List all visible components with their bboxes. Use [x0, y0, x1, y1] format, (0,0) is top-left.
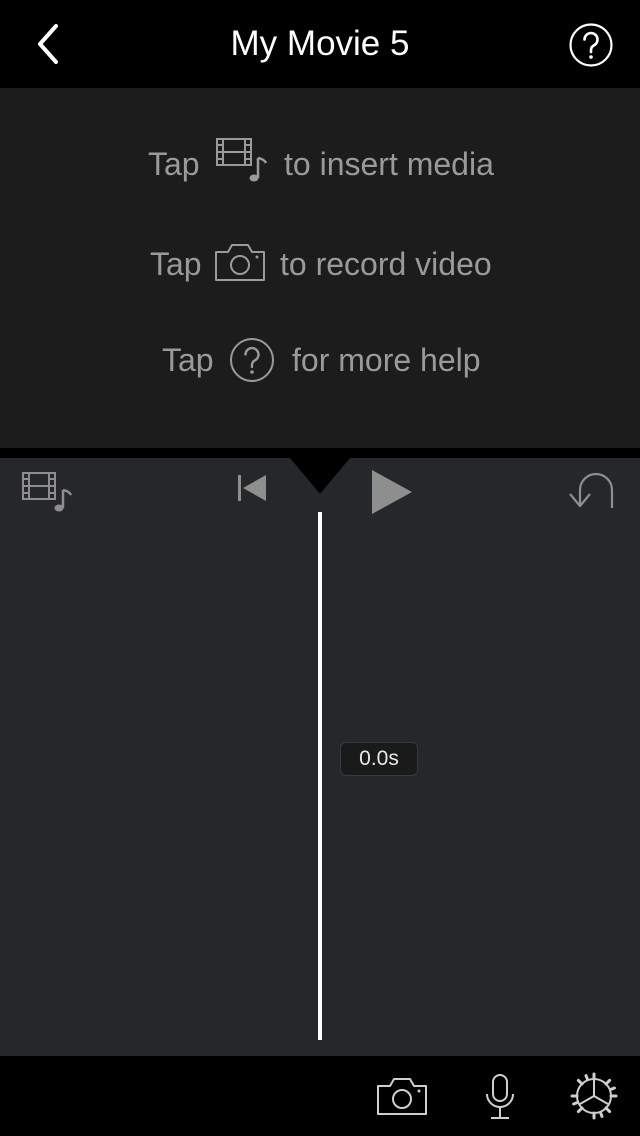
settings-gear-icon[interactable] — [570, 1072, 618, 1120]
camera-icon[interactable] — [374, 1074, 430, 1118]
divider — [0, 448, 640, 458]
hint-prefix: Tap — [148, 146, 200, 182]
project-title: My Movie 5 — [230, 24, 410, 63]
hint-suffix: to record video — [280, 246, 492, 282]
hint-prefix: Tap — [162, 342, 214, 378]
media-icon — [216, 138, 268, 182]
skip-to-start-icon[interactable] — [234, 472, 270, 504]
navigation-bar: My Movie 5 — [0, 0, 640, 88]
camera-icon — [215, 244, 265, 281]
playhead-pointer-icon — [290, 458, 350, 494]
help-question-icon[interactable] — [568, 22, 614, 68]
viewer-area: Tap to insert media Tap to record video — [0, 88, 640, 448]
time-label: 0.0s — [340, 742, 418, 776]
microphone-icon[interactable] — [482, 1072, 518, 1122]
back-chevron-icon[interactable] — [30, 22, 70, 66]
hint-suffix: for more help — [292, 342, 481, 378]
playhead-line[interactable] — [318, 512, 322, 1040]
hint-insert-media: Tap to insert media — [0, 134, 640, 194]
undo-icon[interactable] — [566, 466, 618, 514]
hint-prefix: Tap — [150, 246, 202, 282]
hint-suffix: to insert media — [284, 146, 494, 182]
media-library-icon[interactable] — [20, 468, 76, 516]
hint-record-video: Tap to record video — [0, 234, 640, 294]
hint-more-help: Tap for more help — [0, 330, 640, 390]
question-icon — [230, 338, 274, 382]
play-icon[interactable] — [366, 466, 416, 518]
bottom-toolbar — [0, 1056, 640, 1136]
